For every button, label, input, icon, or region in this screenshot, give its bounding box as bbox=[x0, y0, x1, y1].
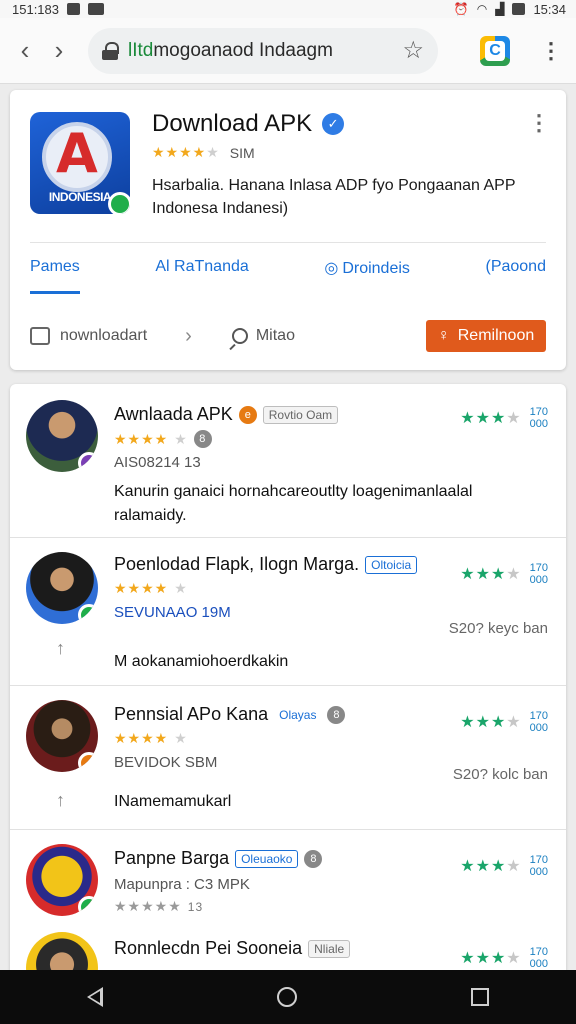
avatar bbox=[26, 400, 98, 472]
alarm-icon: ⏰ bbox=[453, 2, 469, 16]
info-icon: 8 bbox=[327, 705, 346, 724]
person-icon: ♀ bbox=[437, 327, 450, 344]
tab-ratings[interactable]: Al RaTnanda bbox=[155, 258, 248, 294]
recents-nav-icon[interactable] bbox=[471, 988, 489, 1006]
signal-icon: ▟ bbox=[495, 2, 505, 16]
battery-icon bbox=[512, 3, 526, 15]
app-header-card: A INDONESIA Download APK ✓ ⋮ ★★★★★ SIM H… bbox=[10, 90, 566, 370]
lock-icon bbox=[102, 41, 119, 60]
action-row: nownloadart › Mitao ♀ Remilnoon bbox=[30, 320, 546, 352]
info-icon: 8 bbox=[193, 430, 212, 448]
info-icon: e bbox=[238, 405, 257, 424]
status-time-right: 15:34 bbox=[533, 1, 566, 17]
avatar bbox=[26, 844, 98, 916]
home-nav-icon[interactable] bbox=[277, 987, 297, 1007]
tab-pames[interactable]: Pames bbox=[30, 258, 80, 294]
search-link[interactable]: Mitao bbox=[256, 327, 295, 345]
download-icon bbox=[30, 327, 50, 345]
rating-stars: ★★★★★ bbox=[114, 580, 188, 596]
green-rating-stars: ★★★★ bbox=[460, 566, 522, 583]
info-icon: 8 bbox=[304, 849, 323, 868]
badge-icon bbox=[78, 604, 98, 624]
pin-icon: ↑ bbox=[56, 790, 65, 810]
search-icon bbox=[231, 328, 248, 344]
status-bar: 151:183 ⏰ ◠ ▟ 15:34 bbox=[0, 0, 576, 18]
rating-stars: ★★★★★ bbox=[114, 730, 188, 746]
green-rating-stars: ★★★★ bbox=[460, 410, 522, 427]
list-item[interactable]: Poenlodad Flapk, Ilogn Marga. Oltoicia ★… bbox=[10, 538, 566, 686]
pin-icon: ↑ bbox=[56, 638, 65, 658]
app-rating: ★★★★★ SIM bbox=[152, 144, 255, 161]
green-rating-stars: ★★★★ bbox=[460, 950, 522, 967]
tag-badge: Rovtio Oam bbox=[262, 405, 339, 424]
browser-menu-icon[interactable]: ⋮ bbox=[540, 38, 562, 64]
badge-icon bbox=[78, 452, 98, 472]
tag-badge[interactable]: Oltoicia bbox=[365, 555, 418, 574]
green-rating-stars: ★★★★ bbox=[460, 714, 522, 731]
photos-icon bbox=[88, 3, 104, 15]
extension-icon[interactable]: C bbox=[480, 35, 510, 66]
globe-icon: ◎ bbox=[324, 260, 339, 277]
chevron-right-icon[interactable]: › bbox=[185, 325, 192, 348]
rating-stars: ★★★★ ★ 8 bbox=[114, 430, 212, 448]
avatar bbox=[26, 700, 98, 772]
app-description: Hsarbalia. Hanana Inlasa ADP fyo Pongaan… bbox=[152, 177, 516, 217]
verified-icon: ✓ bbox=[322, 113, 345, 135]
more-options-icon[interactable]: ⋮ bbox=[528, 110, 550, 136]
list-item[interactable]: Pennsial APo Kana Olayas 8 ★★★★ ★ BEVIDOK… bbox=[10, 686, 566, 830]
tab-droindeis[interactable]: ◎ Droindeis bbox=[324, 258, 410, 294]
bookmark-star-icon[interactable]: ☆ bbox=[402, 36, 424, 65]
download-link[interactable]: nownloadart bbox=[60, 327, 147, 345]
tag-badge[interactable]: Olayas bbox=[274, 706, 322, 723]
tab-paoond[interactable]: (Paoond bbox=[485, 258, 546, 294]
wifi-icon: ◠ bbox=[476, 2, 488, 16]
status-time-left: 151:183 bbox=[12, 1, 59, 17]
tag-badge: Nliale bbox=[308, 939, 351, 958]
list-item[interactable]: Panpne Barga Oleuaoko 8 Mapunpra : C3 MP… bbox=[10, 830, 566, 922]
rating-stars: ★★★★★ bbox=[152, 144, 220, 160]
browser-toolbar: ‹ › lItdmogoanaod Indaagm ☆ C ⋮ bbox=[0, 18, 576, 84]
back-nav-icon[interactable] bbox=[87, 987, 103, 1007]
remind-button[interactable]: ♀ Remilnoon bbox=[426, 320, 546, 352]
badge-icon bbox=[78, 896, 98, 916]
avatar bbox=[26, 552, 98, 624]
tag-badge[interactable]: Oleuaoko bbox=[235, 849, 299, 868]
app-list: Awnlaada APK e Rovtio Oam ★★★★ ★ 8 AIS0821… bbox=[10, 384, 566, 984]
forward-icon[interactable]: › bbox=[42, 34, 76, 68]
app-title: Download APK ✓ bbox=[152, 110, 345, 138]
badge-icon bbox=[108, 192, 130, 214]
notification-icon bbox=[67, 3, 80, 15]
back-icon[interactable]: ‹ bbox=[8, 34, 42, 68]
app-logo: A INDONESIA bbox=[30, 112, 130, 214]
list-item[interactable]: Awnlaada APK e Rovtio Oam ★★★★ ★ 8 AIS0821… bbox=[10, 384, 566, 538]
system-navigation-bar bbox=[0, 970, 576, 1024]
badge-icon bbox=[78, 752, 98, 772]
url-text[interactable]: lItdmogoanaod Indaagm bbox=[128, 40, 402, 62]
url-bar[interactable]: lItdmogoanaod Indaagm ☆ bbox=[88, 27, 438, 74]
tab-bar: Pames Al RaTnanda ◎ Droindeis (Paoond bbox=[30, 258, 546, 294]
divider bbox=[30, 242, 546, 243]
green-rating-stars: ★★★★ bbox=[460, 858, 522, 875]
rating-stars: ★★★★★ 13 bbox=[114, 898, 204, 914]
